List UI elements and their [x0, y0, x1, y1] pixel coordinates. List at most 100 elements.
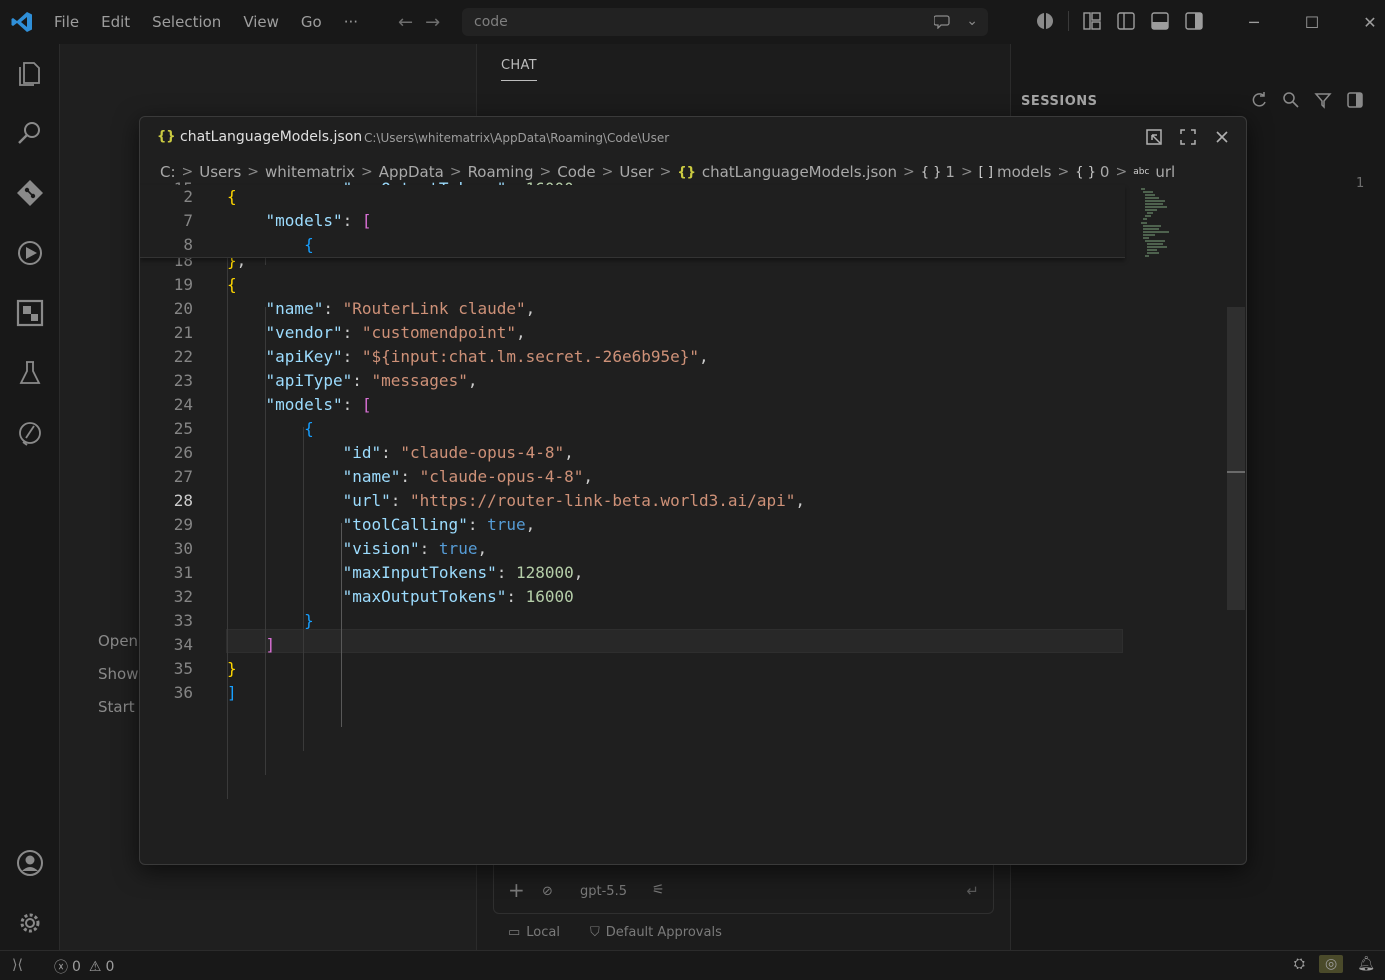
- code-line[interactable]: 20 "name": "RouterLink claude",: [140, 297, 1230, 321]
- copilot-chat-icon[interactable]: [933, 13, 952, 33]
- testing-icon[interactable]: [15, 358, 45, 388]
- line-text: ]: [265, 635, 276, 654]
- chat-input-box[interactable]: + ⊘ gpt-5.5 ⚟ ↵: [493, 860, 994, 914]
- welcome-show[interactable]: Show: [98, 665, 138, 683]
- command-center-search[interactable]: code ⌄: [462, 8, 988, 36]
- minimize-icon[interactable]: ─: [1225, 13, 1283, 32]
- line-number: 8: [183, 235, 193, 254]
- code-line[interactable]: 35}: [140, 657, 1230, 681]
- refresh-icon[interactable]: [1249, 90, 1269, 110]
- account-icon[interactable]: [15, 848, 45, 878]
- toggle-sidebar-icon[interactable]: [1345, 90, 1365, 110]
- open-in-editor-icon[interactable]: [1144, 127, 1164, 147]
- code-line[interactable]: 24 "models": [: [140, 393, 1230, 417]
- line-number: 36: [173, 683, 193, 702]
- forward-arrow-icon[interactable]: →: [425, 12, 440, 33]
- menu-view[interactable]: View: [232, 0, 290, 44]
- status-bar: ⟩⟨ ⓧ 0 ⚠ 0 ⛭ ◎ 🔔︎: [0, 950, 1385, 980]
- title-bar: File Edit Selection View Go ··· ← → code…: [0, 0, 1385, 44]
- peek-filename[interactable]: chatLanguageModels.json: [180, 129, 362, 145]
- code-line[interactable]: 34 ]: [140, 633, 1230, 657]
- welcome-open[interactable]: Open: [98, 632, 138, 650]
- copilot-status-icon[interactable]: ⛭: [1294, 956, 1305, 972]
- search-sessions-icon[interactable]: [1281, 90, 1301, 110]
- line-text: ]: [227, 683, 237, 702]
- tab-chat[interactable]: CHAT: [501, 58, 537, 73]
- code-line[interactable]: 36]: [140, 681, 1230, 705]
- send-icon[interactable]: ↵: [966, 882, 979, 900]
- scrollbar-thumb[interactable]: [1227, 307, 1245, 610]
- code-line[interactable]: 23 "apiType": "messages",: [140, 369, 1230, 393]
- code-line[interactable]: 25 {: [140, 417, 1230, 441]
- model-picker[interactable]: gpt-5.5: [580, 884, 627, 899]
- peek-editor: {} chatLanguageModels.json C:\Users\whit…: [139, 116, 1247, 865]
- sticky-line[interactable]: 2{: [140, 185, 1230, 209]
- line-text: "maxOutputTokens": 16000: [342, 587, 574, 606]
- code-editor[interactable]: 15 "maxOutputTokens": 1600016 }17 ]18},1…: [140, 179, 1230, 864]
- shield-icon: ⛉: [590, 925, 600, 940]
- code-line[interactable]: 28 "url": "https://router-link-beta.worl…: [140, 489, 1230, 513]
- close-icon[interactable]: ✕: [1341, 13, 1385, 32]
- notifications-icon[interactable]: 🔔︎: [1357, 956, 1375, 972]
- filter-icon[interactable]: [1313, 90, 1333, 110]
- sessions-title: SESSIONS: [1021, 94, 1098, 109]
- sticky-line[interactable]: 7 "models": [: [140, 209, 1230, 233]
- menu-edit[interactable]: Edit: [90, 0, 141, 44]
- welcome-start[interactable]: Start: [98, 698, 135, 716]
- toggle-primary-sidebar-icon[interactable]: [1115, 10, 1137, 32]
- approvals-setting[interactable]: ⛉ Default Approvals: [590, 925, 722, 940]
- menu-selection[interactable]: Selection: [141, 0, 232, 44]
- warning-icon: ⚠: [88, 959, 102, 975]
- customize-layout-icon[interactable]: [1081, 10, 1103, 32]
- code-line[interactable]: 21 "vendor": "customendpoint",: [140, 321, 1230, 345]
- line-number: 21: [173, 323, 193, 342]
- copilot-icon[interactable]: [1034, 10, 1056, 32]
- toggle-panel-icon[interactable]: [1149, 10, 1171, 32]
- code-line[interactable]: 27 "name": "claude-opus-4-8",: [140, 465, 1230, 489]
- settings-icon[interactable]: [15, 908, 45, 938]
- code-line[interactable]: 26 "id": "claude-opus-4-8",: [140, 441, 1230, 465]
- line-text: "url": "https://router-link-beta.world3.…: [342, 491, 805, 510]
- problems-indicator[interactable]: ⓧ 0 ⚠ 0: [54, 957, 114, 977]
- tools-icon[interactable]: ⊘: [542, 884, 553, 899]
- sticky-scroll: 2 {7 "models": [8 {: [140, 185, 1125, 258]
- line-number: 26: [173, 443, 193, 462]
- line-text: "vision": true,: [342, 539, 488, 558]
- code-line[interactable]: 31 "maxInputTokens": 128000,: [140, 561, 1230, 585]
- tune-icon[interactable]: ⚟: [652, 882, 665, 898]
- local-target[interactable]: ▭ Local: [508, 925, 560, 940]
- search-icon[interactable]: [15, 118, 45, 148]
- sessions-count: 1: [1356, 176, 1365, 191]
- scrollbar-cursor-marker: [1227, 471, 1245, 473]
- menu-file[interactable]: File: [43, 0, 90, 44]
- menu-go[interactable]: Go: [290, 0, 333, 44]
- back-arrow-icon[interactable]: ←: [398, 12, 413, 33]
- chevron-down-icon[interactable]: ⌄: [966, 13, 978, 33]
- menu-more[interactable]: ···: [333, 0, 369, 44]
- line-text: "name": "RouterLink claude",: [265, 299, 536, 318]
- line-text: "name": "claude-opus-4-8",: [342, 467, 594, 486]
- line-number: 19: [173, 275, 193, 294]
- chat-status-icon[interactable]: ◎: [1319, 955, 1344, 973]
- sticky-line[interactable]: 8 {: [140, 233, 1230, 257]
- toggle-secondary-sidebar-icon[interactable]: [1183, 10, 1205, 32]
- source-control-icon[interactable]: [15, 178, 45, 208]
- tab-underline: [501, 80, 537, 81]
- code-line[interactable]: 33 }: [140, 609, 1230, 633]
- maximize-peek-icon[interactable]: [1178, 127, 1198, 147]
- chat-icon[interactable]: [15, 418, 45, 448]
- code-line[interactable]: 19 {: [140, 273, 1230, 297]
- extensions-icon[interactable]: [15, 298, 45, 328]
- close-peek-icon[interactable]: [1212, 127, 1232, 147]
- local-label: Local: [526, 925, 560, 940]
- run-debug-icon[interactable]: [15, 238, 45, 268]
- files-icon[interactable]: [15, 58, 45, 88]
- code-line[interactable]: 22 "apiKey": "${input:chat.lm.secret.-26…: [140, 345, 1230, 369]
- maximize-icon[interactable]: ☐: [1283, 13, 1341, 32]
- remote-icon[interactable]: ⟩⟨: [12, 957, 23, 973]
- code-line[interactable]: 32 "maxOutputTokens": 16000: [140, 585, 1230, 609]
- add-context-icon[interactable]: +: [508, 878, 525, 902]
- code-line[interactable]: 29 "toolCalling": true,: [140, 513, 1230, 537]
- warning-count: 0: [105, 959, 115, 975]
- code-line[interactable]: 30 "vision": true,: [140, 537, 1230, 561]
